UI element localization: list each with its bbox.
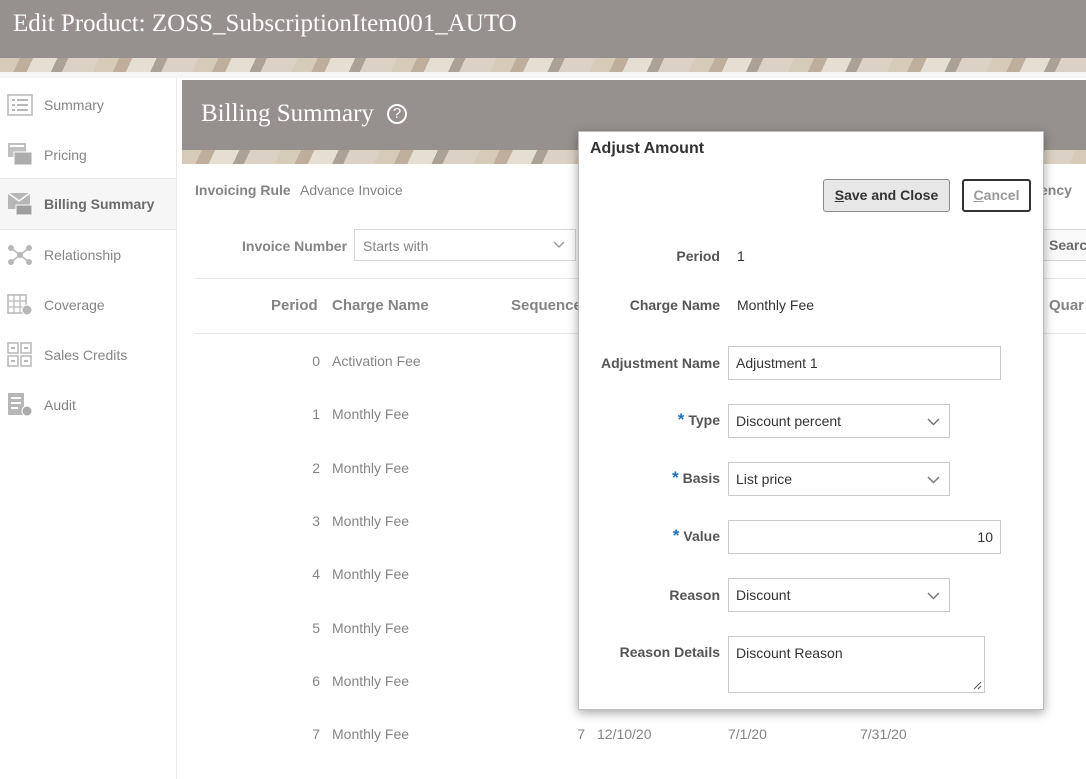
basis-select[interactable]: List price bbox=[728, 462, 950, 496]
chevron-down-icon bbox=[927, 592, 940, 600]
reason-select[interactable]: Discount bbox=[728, 578, 950, 612]
basis-label-text: Basis bbox=[682, 470, 720, 486]
value-field[interactable]: 10 bbox=[728, 520, 1001, 554]
adjustment-name-text: Adjustment 1 bbox=[736, 355, 818, 371]
cancel-button[interactable]: Cancel bbox=[962, 179, 1031, 212]
value-label-text: Value bbox=[683, 528, 720, 544]
resize-grip-icon[interactable] bbox=[972, 680, 982, 690]
period-value: 1 bbox=[737, 248, 745, 264]
save-mnemonic: S bbox=[834, 187, 845, 203]
save-label: ave and Close bbox=[844, 187, 939, 203]
reason-details-textarea[interactable]: Discount Reason bbox=[728, 636, 985, 693]
type-label: * Type bbox=[579, 410, 720, 430]
basis-label: * Basis bbox=[579, 468, 720, 488]
value-field-text: 10 bbox=[977, 529, 993, 545]
required-marker: * bbox=[672, 526, 680, 545]
cancel-mnemonic: C bbox=[973, 187, 984, 203]
chevron-down-icon bbox=[927, 476, 940, 484]
adjustment-name-label: Adjustment Name bbox=[600, 355, 720, 371]
required-marker: * bbox=[677, 410, 685, 429]
dialog-title: Adjust Amount bbox=[590, 140, 705, 157]
adjust-amount-dialog: Adjust Amount Save and Close Cancel Peri… bbox=[578, 131, 1044, 710]
type-select[interactable]: Discount percent bbox=[728, 404, 950, 438]
type-select-value: Discount percent bbox=[736, 413, 842, 429]
chevron-down-icon bbox=[927, 418, 940, 426]
value-label: * Value bbox=[579, 526, 720, 546]
basis-select-value: List price bbox=[736, 471, 793, 487]
required-marker: * bbox=[672, 468, 679, 487]
reason-label: Reason bbox=[669, 587, 720, 603]
type-label-text: Type bbox=[688, 412, 720, 428]
period-label: Period bbox=[676, 248, 720, 264]
reason-select-value: Discount bbox=[736, 587, 791, 603]
reason-details-label: Reason Details bbox=[619, 644, 720, 660]
reason-details-text: Discount Reason bbox=[736, 645, 843, 661]
save-and-close-button[interactable]: Save and Close bbox=[823, 179, 950, 212]
cancel-label: ancel bbox=[983, 187, 1020, 203]
charge-name-label: Charge Name bbox=[629, 297, 720, 313]
adjustment-name-field[interactable]: Adjustment 1 bbox=[728, 346, 1001, 380]
charge-name-value: Monthly Fee bbox=[737, 297, 815, 313]
